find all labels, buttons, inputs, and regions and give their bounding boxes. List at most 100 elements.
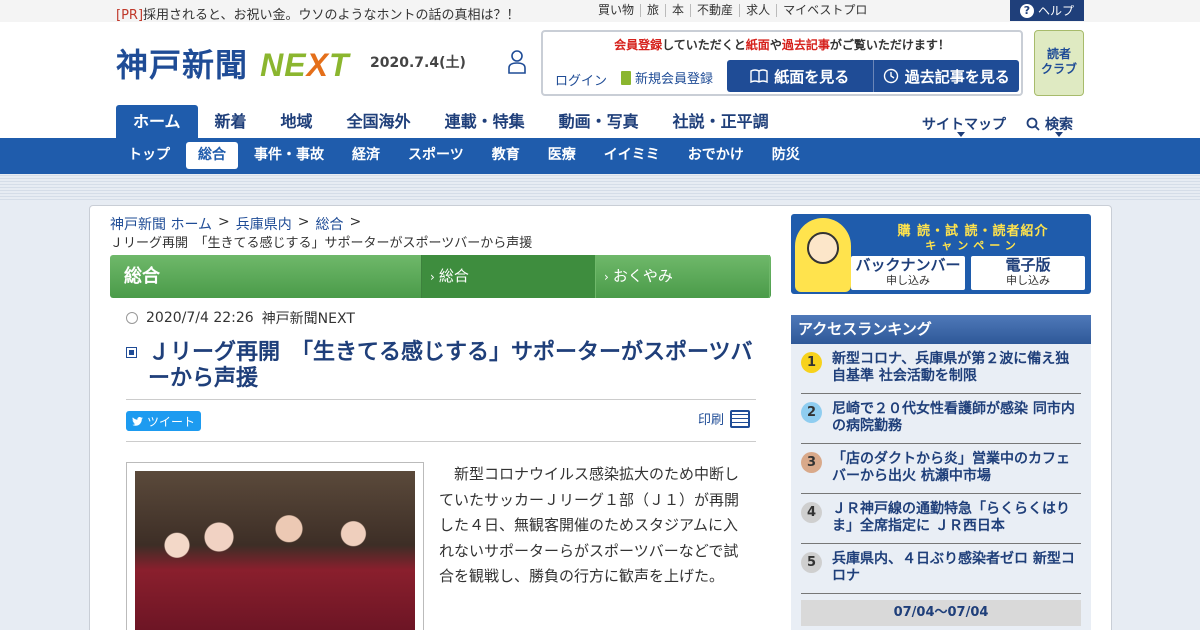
past-articles-button[interactable]: 過去記事を見る: [872, 60, 1020, 92]
sitemap-link[interactable]: サイトマップ: [922, 114, 1006, 134]
article-photo[interactable]: [135, 471, 415, 630]
subnav-economy[interactable]: 経済: [340, 142, 392, 169]
backnumber-apply: 申し込み: [886, 274, 930, 287]
reader-club-line1: 読者: [1046, 47, 1071, 61]
nav-local[interactable]: 地域: [264, 105, 330, 138]
member-msg-end: がご覧いただけます！: [829, 38, 950, 52]
utility-link-mybestpro[interactable]: マイベストプロ: [776, 4, 873, 17]
view-paper-button[interactable]: 紙面を見る: [727, 60, 873, 92]
user-icon[interactable]: [507, 49, 527, 75]
breadcrumb: 神戸新聞 ホーム > 兵庫県内 > 総合 >: [110, 214, 361, 234]
ranking-item[interactable]: 5 兵庫県内、４日ぶり感染者ゼロ 新型コロナ: [801, 544, 1081, 594]
bookmark-icon: [621, 70, 631, 85]
logo-next-x: X: [306, 47, 329, 83]
ranking-item[interactable]: 2 尼崎で２０代女性看護師が感染 同市内の病院勤務: [801, 394, 1081, 444]
pr-text: 採用されると、お祝い金。ウソのようなホントの話の真相は？！: [143, 8, 520, 23]
breadcrumb-hyogo[interactable]: 兵庫県内: [236, 214, 292, 234]
ranking-list: 1 新型コロナ、兵庫県が第２波に備え独自基準 社会活動を制限 2 尼崎で２０代女…: [791, 344, 1091, 630]
subnav-medical[interactable]: 医療: [536, 142, 588, 169]
sitemap-chevron-down-icon: [957, 132, 965, 137]
nav-video-photo[interactable]: 動画・写真: [542, 105, 656, 138]
ranking-item-title: 尼崎で２０代女性看護師が感染 同市内の病院勤務: [832, 401, 1075, 434]
ranking-date-range: 07/04～07/04: [801, 600, 1081, 626]
tweet-label: ツイート: [146, 414, 195, 429]
ranking-item[interactable]: 3 「店のダクトから炎」営業中のカフェバーから出火 杭瀬中市場: [801, 444, 1081, 494]
breadcrumb-home[interactable]: 神戸新聞 ホーム: [110, 214, 212, 234]
utility-link-jobs[interactable]: 求人: [739, 4, 776, 17]
reader-club-line2: クラブ: [1040, 62, 1077, 76]
subnav-top[interactable]: トップ: [116, 142, 182, 169]
divider: [126, 399, 756, 400]
register-link[interactable]: 新規会員登録: [621, 68, 713, 87]
reader-club-button[interactable]: 読者 クラブ: [1034, 30, 1084, 96]
member-msg-and: や: [769, 38, 782, 52]
article-body: 新型コロナウイルス感染拡大のため中断していたサッカーＪリーグ１部（Ｊ１）が再開し…: [439, 465, 740, 585]
article-title-text: Ｊリーグ再開 「生きてる感じする」サポーターがスポーツバーから声援: [148, 340, 753, 391]
print-icon: [730, 409, 751, 428]
print-label: 印刷: [698, 413, 725, 428]
mascot-face: [807, 232, 839, 264]
site-logo[interactable]: 神戸新聞 NEXT: [116, 40, 350, 86]
member-message: 会員登録していただくと紙面や過去記事がご覧いただけます！: [543, 36, 1021, 53]
logo-next-ne: NE: [260, 47, 307, 83]
search-button[interactable]: 検索: [1026, 114, 1073, 134]
backnumber-label: バックナンバー: [855, 256, 961, 274]
tweet-button[interactable]: ツイート: [126, 411, 201, 431]
mascot-illustration: [795, 218, 851, 292]
pr-tag: [PR]: [116, 8, 144, 23]
view-paper-label: 紙面を見る: [774, 67, 850, 86]
ranking-item-title: 「店のダクトから炎」営業中のカフェバーから出火 杭瀬中市場: [832, 451, 1070, 484]
subscription-campaign-banner[interactable]: 購 読・試 読・読者紹介 キャンペーン バックナンバー 申し込み 電子版 申し込…: [791, 214, 1091, 294]
section-tab-general[interactable]: 総合: [422, 255, 596, 298]
subnav-outing[interactable]: おでかけ: [676, 142, 756, 169]
ranking-item-title: 新型コロナ、兵庫県が第２波に備え独自基準 社会活動を制限: [832, 351, 1070, 384]
subnav-iimimi[interactable]: イイミミ: [592, 142, 672, 169]
breadcrumb-separator: >: [349, 214, 362, 230]
nav-new[interactable]: 新着: [198, 105, 264, 138]
print-button[interactable]: 印刷: [698, 409, 751, 428]
clock-icon: [126, 312, 138, 324]
banner-subtitle: キャンペーン: [925, 239, 1021, 252]
subnav-general[interactable]: 総合: [186, 142, 238, 169]
search-chevron-down-icon: [1055, 132, 1063, 137]
ranking-item-title: 兵庫県内、４日ぶり感染者ゼロ 新型コロナ: [832, 551, 1075, 584]
nav-national-world[interactable]: 全国海外: [330, 105, 428, 138]
open-book-icon: [750, 69, 768, 83]
rank-badge: 5: [801, 552, 822, 573]
nav-editorial[interactable]: 社説・正平調: [656, 105, 786, 138]
backnumber-box[interactable]: バックナンバー 申し込み: [851, 256, 965, 290]
edition-box[interactable]: 電子版 申し込み: [971, 256, 1085, 290]
nav-series[interactable]: 連載・特集: [428, 105, 542, 138]
utility-link-travel[interactable]: 旅: [640, 4, 665, 17]
rank-badge: 2: [801, 402, 822, 423]
member-box: 会員登録していただくと紙面や過去記事がご覧いただけます！ ログイン 新規会員登録…: [541, 30, 1023, 96]
section-tab-obituaries[interactable]: おくやみ: [596, 255, 770, 298]
subnav-sports[interactable]: スポーツ: [396, 142, 476, 169]
rank-badge: 1: [801, 352, 822, 373]
utility-link-books[interactable]: 本: [665, 4, 690, 17]
login-link[interactable]: ログイン: [555, 70, 607, 89]
past-articles-label: 過去記事を見る: [904, 67, 1010, 86]
ranking-item[interactable]: 1 新型コロナ、兵庫県が第２波に備え独自基準 社会活動を制限: [801, 344, 1081, 394]
subnav-incidents[interactable]: 事件・事故: [242, 142, 336, 169]
nav-home[interactable]: ホーム: [116, 105, 198, 138]
breadcrumb-general[interactable]: 総合: [316, 214, 344, 234]
ranking-item-title: ＪＲ神戸線の通勤特急「らくらくはりま」全席指定に ＪＲ西日本: [832, 501, 1070, 534]
help-button[interactable]: ? ヘルプ: [1010, 0, 1084, 21]
logo-main: 神戸新聞: [116, 46, 249, 84]
utility-link-shopping[interactable]: 買い物: [598, 4, 640, 17]
pr-link[interactable]: [PR]採用されると、お祝い金。ウソのようなホントの話の真相は？！: [116, 4, 520, 23]
rank-badge: 4: [801, 502, 822, 523]
subnav-education[interactable]: 教育: [480, 142, 532, 169]
breadcrumb-current: Ｊリーグ再開 「生きてる感じする」サポーターがスポーツバーから声援: [110, 236, 533, 251]
ranking-item[interactable]: 4 ＪＲ神戸線の通勤特急「らくらくはりま」全席指定に ＪＲ西日本: [801, 494, 1081, 544]
sub-nav: トップ 総合 事件・事故 経済 スポーツ 教育 医療 イイミミ おでかけ 防災: [0, 138, 1200, 174]
title-marker-icon: [126, 347, 137, 358]
sitemap-label: サイトマップ: [922, 117, 1006, 133]
help-label: ヘルプ: [1037, 4, 1074, 18]
utility-link-realestate[interactable]: 不動産: [690, 4, 739, 17]
section-bar: 総合 総合 おくやみ: [110, 255, 771, 298]
ranking-heading: アクセスランキング: [791, 315, 1091, 344]
subnav-disaster[interactable]: 防災: [760, 142, 812, 169]
edition-apply: 申し込み: [1006, 274, 1050, 287]
